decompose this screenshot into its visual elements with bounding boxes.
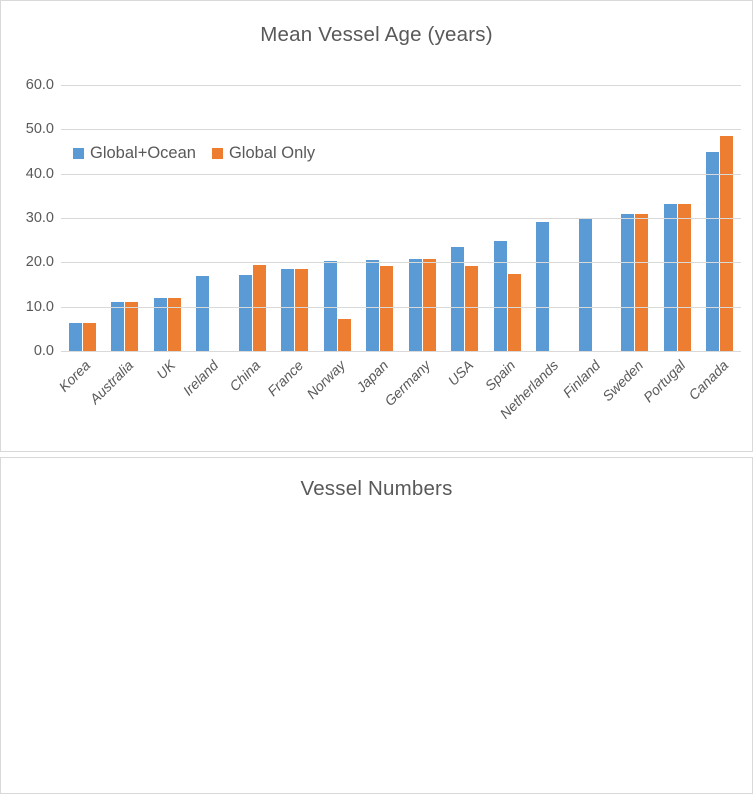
bar-global-only-usa[interactable] xyxy=(465,266,478,351)
top-ytick-10.0: 10.0 xyxy=(26,299,54,315)
top-ytick-50.0: 50.0 xyxy=(26,121,54,137)
top-xlabel-sweden: Sweden xyxy=(599,357,646,404)
top-xlabel-canada: Canada xyxy=(685,357,731,403)
bar-global-ocean-spain[interactable] xyxy=(494,241,507,351)
top-xlabel-germany: Germany xyxy=(382,357,434,409)
vessel-numbers-chart-panel[interactable]: Vessel Numbers Global Ocean KoreaAustral… xyxy=(0,457,753,794)
top-xlabel-australia: Australia xyxy=(86,357,136,407)
bar-global-ocean-japan[interactable] xyxy=(366,260,379,351)
bar-global-ocean-netherlands[interactable] xyxy=(536,222,549,351)
bar-global-only-portugal[interactable] xyxy=(678,204,691,351)
top-ytick-30.0: 30.0 xyxy=(26,210,54,226)
bar-global-only-germany[interactable] xyxy=(423,259,436,351)
gridline-30.0 xyxy=(61,218,741,219)
top-xlabel-finland: Finland xyxy=(560,357,604,401)
bar-global-only-australia[interactable] xyxy=(125,302,138,351)
bar-global-ocean-portugal[interactable] xyxy=(664,204,677,351)
top-xlabel-usa: USA xyxy=(444,357,476,389)
bar-global-only-spain[interactable] xyxy=(508,274,521,351)
gridline-0.0 xyxy=(61,351,741,352)
plot-area-mean-vessel-age: KoreaAustraliaUKIrelandChinaFranceNorway… xyxy=(61,85,741,351)
top-xlabel-norway: Norway xyxy=(304,357,349,402)
gridline-20.0 xyxy=(61,262,741,263)
chart-title-vessel-numbers: Vessel Numbers xyxy=(1,477,752,501)
top-xlabel-spain: Spain xyxy=(482,357,519,394)
bar-global-only-japan[interactable] xyxy=(380,266,393,351)
top-xlabel-uk: UK xyxy=(153,357,178,382)
gridline-60.0 xyxy=(61,85,741,86)
bar-global-ocean-canada[interactable] xyxy=(706,152,719,352)
bar-global-only-sweden[interactable] xyxy=(635,214,648,351)
top-xlabel-japan: Japan xyxy=(353,357,391,395)
bar-global-ocean-germany[interactable] xyxy=(409,259,422,351)
gridline-40.0 xyxy=(61,174,741,175)
bar-global-only-france[interactable] xyxy=(295,269,308,351)
top-xlabel-china: China xyxy=(226,357,263,394)
bar-global-ocean-australia[interactable] xyxy=(111,302,124,351)
bar-global-ocean-france[interactable] xyxy=(281,269,294,351)
chart-page: Mean Vessel Age (years) Global+Ocean Glo… xyxy=(0,0,753,794)
bar-global-ocean-korea[interactable] xyxy=(69,323,82,351)
bar-global-ocean-ireland[interactable] xyxy=(196,276,209,351)
bar-global-only-china[interactable] xyxy=(253,265,266,351)
top-xlabel-ireland: Ireland xyxy=(179,357,221,399)
bar-global-only-korea[interactable] xyxy=(83,323,96,351)
top-xlabel-korea: Korea xyxy=(56,357,94,395)
gridline-50.0 xyxy=(61,129,741,130)
top-xlabel-portugal: Portugal xyxy=(640,357,688,405)
top-xlabel-france: France xyxy=(264,357,306,399)
chart-title-mean-vessel-age: Mean Vessel Age (years) xyxy=(1,23,752,47)
top-ytick-20.0: 20.0 xyxy=(26,254,54,270)
bar-global-ocean-sweden[interactable] xyxy=(621,214,634,351)
bar-global-ocean-finland[interactable] xyxy=(579,218,592,351)
gridline-10.0 xyxy=(61,307,741,308)
mean-vessel-age-chart-panel[interactable]: Mean Vessel Age (years) Global+Ocean Glo… xyxy=(0,0,753,452)
bar-global-only-canada[interactable] xyxy=(720,136,733,351)
bar-global-ocean-china[interactable] xyxy=(239,275,252,351)
top-ytick-40.0: 40.0 xyxy=(26,166,54,182)
top-ytick-0.0: 0.0 xyxy=(34,343,54,359)
bar-global-only-norway[interactable] xyxy=(338,319,351,351)
top-ytick-60.0: 60.0 xyxy=(26,77,54,93)
